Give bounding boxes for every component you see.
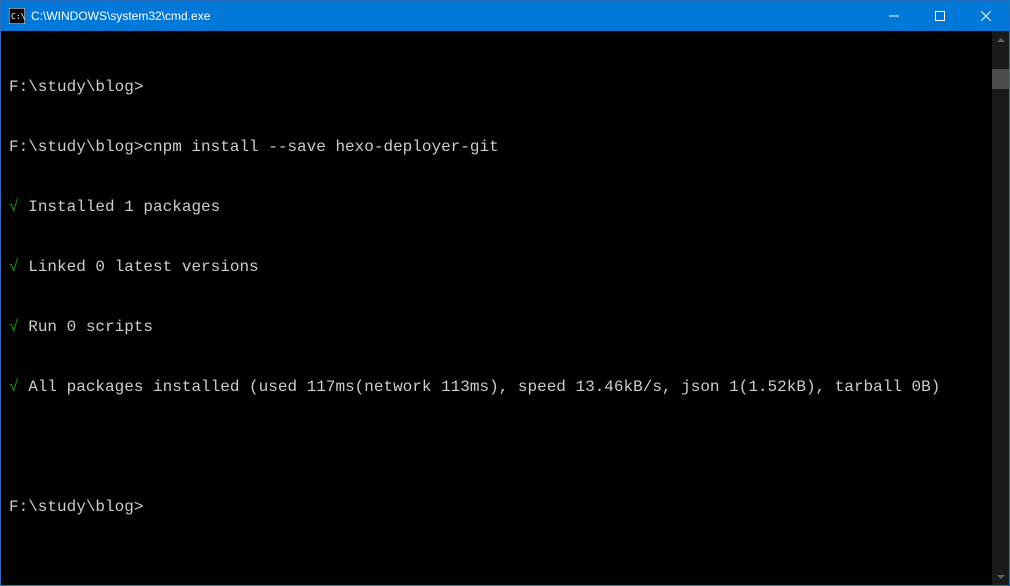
output-text: All packages installed (used 117ms(netwo… xyxy=(19,378,941,396)
prompt-text: F:\study\blog> xyxy=(9,138,143,156)
terminal-body: F:\study\blog> F:\study\blog>cnpm instal… xyxy=(1,31,1009,585)
window-title: C:\WINDOWS\system32\cmd.exe xyxy=(31,9,871,23)
cmd-window: C:\ C:\WINDOWS\system32\cmd.exe F:\study… xyxy=(0,0,1010,586)
vertical-scrollbar[interactable] xyxy=(992,31,1009,585)
scroll-down-button[interactable] xyxy=(992,568,1009,585)
window-controls xyxy=(871,1,1009,31)
prompt-line: F:\study\blog> xyxy=(9,77,992,97)
terminal-output[interactable]: F:\study\blog> F:\study\blog>cnpm instal… xyxy=(1,31,992,585)
check-icon: √ xyxy=(9,198,19,216)
check-icon: √ xyxy=(9,378,19,396)
check-icon: √ xyxy=(9,318,19,336)
maximize-button[interactable] xyxy=(917,1,963,31)
check-icon: √ xyxy=(9,258,19,276)
prompt-text: F:\study\blog> xyxy=(9,78,143,96)
output-line: √ Run 0 scripts xyxy=(9,317,992,337)
output-line: √ Linked 0 latest versions xyxy=(9,257,992,277)
titlebar[interactable]: C:\ C:\WINDOWS\system32\cmd.exe xyxy=(1,1,1009,31)
minimize-button[interactable] xyxy=(871,1,917,31)
close-button[interactable] xyxy=(963,1,1009,31)
prompt-line: F:\study\blog>cnpm install --save hexo-d… xyxy=(9,137,992,157)
blank-line xyxy=(9,437,992,457)
output-text: Run 0 scripts xyxy=(19,318,153,336)
svg-text:C:\: C:\ xyxy=(11,12,25,21)
output-text: Installed 1 packages xyxy=(19,198,221,216)
scroll-thumb[interactable] xyxy=(992,69,1009,89)
cmd-icon: C:\ xyxy=(9,8,25,24)
prompt-line: F:\study\blog> xyxy=(9,497,992,517)
command-text: cnpm install --save hexo-deployer-git xyxy=(143,138,498,156)
output-line: √ All packages installed (used 117ms(net… xyxy=(9,377,992,397)
output-text: Linked 0 latest versions xyxy=(19,258,259,276)
output-line: √ Installed 1 packages xyxy=(9,197,992,217)
prompt-text: F:\study\blog> xyxy=(9,498,143,516)
scroll-up-button[interactable] xyxy=(992,31,1009,48)
